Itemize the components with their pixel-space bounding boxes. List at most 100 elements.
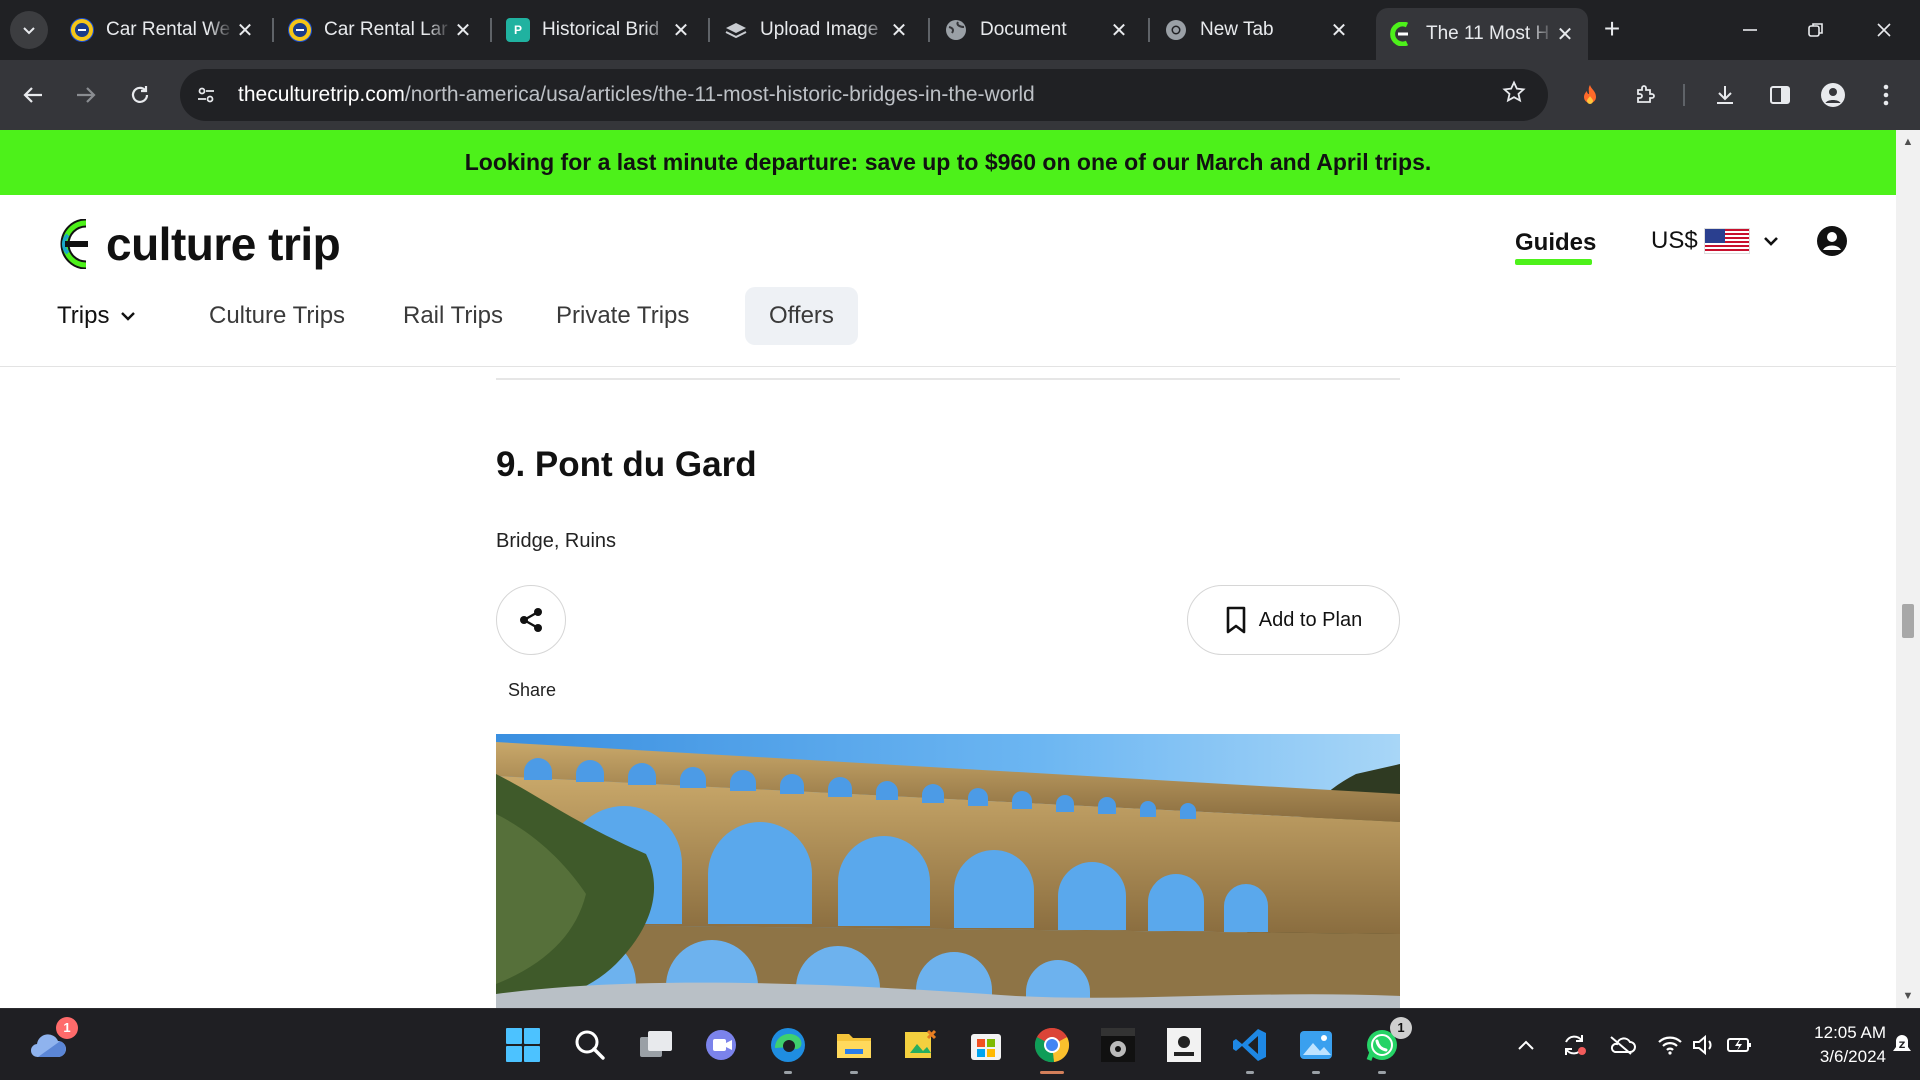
running-indicator bbox=[1312, 1071, 1320, 1074]
nav-offers[interactable]: Offers bbox=[745, 287, 858, 345]
promo-text: Looking for a last minute departure: sav… bbox=[464, 149, 1432, 175]
arrow-left-icon bbox=[23, 87, 42, 103]
sync-tray-button[interactable] bbox=[1560, 1031, 1588, 1059]
search-taskbar-button[interactable] bbox=[566, 1021, 614, 1069]
page-scrollbar[interactable]: ▲ ▼ bbox=[1896, 130, 1920, 1008]
restore-icon bbox=[1808, 23, 1823, 37]
new-tab-button[interactable]: + bbox=[1596, 14, 1628, 46]
promo-banner[interactable]: Looking for a last minute departure: sav… bbox=[0, 130, 1896, 195]
photo-editor-button[interactable] bbox=[896, 1021, 944, 1069]
share-label: Share bbox=[508, 680, 557, 700]
share-button[interactable] bbox=[496, 585, 566, 655]
tab-car-rental-website[interactable]: Car Rental We ✕ bbox=[56, 8, 268, 52]
scrollbar-thumb[interactable] bbox=[1902, 604, 1914, 638]
scroll-up-arrow-icon[interactable]: ▲ bbox=[1902, 136, 1914, 148]
close-icon[interactable]: ✕ bbox=[1328, 18, 1350, 43]
pes-game-button[interactable] bbox=[1094, 1021, 1142, 1069]
profile-button[interactable] bbox=[1815, 77, 1851, 113]
pes-game-icon bbox=[1101, 1028, 1135, 1062]
task-view-button[interactable] bbox=[632, 1021, 680, 1069]
nav-rail-trips[interactable]: Rail Trips bbox=[403, 287, 503, 345]
volume-tray-button[interactable] bbox=[1690, 1031, 1718, 1059]
add-to-plan-button[interactable]: Add to Plan bbox=[1187, 585, 1400, 655]
tune-icon bbox=[198, 87, 214, 103]
extension-flame-button[interactable] bbox=[1572, 77, 1608, 113]
menu-button[interactable] bbox=[1868, 77, 1904, 113]
place-tags: Bridge, Ruins bbox=[496, 530, 617, 552]
start-button[interactable] bbox=[499, 1021, 547, 1069]
account-icon bbox=[1817, 226, 1847, 256]
star-icon bbox=[1502, 80, 1526, 103]
whatsapp-button[interactable]: 1 bbox=[1358, 1017, 1412, 1074]
battery-tray-button[interactable] bbox=[1726, 1031, 1754, 1059]
doc-p-icon: P bbox=[506, 18, 530, 42]
tab-culture-trip-active[interactable]: The 11 Most H ✕ bbox=[1376, 8, 1588, 60]
reload-button[interactable] bbox=[122, 77, 158, 113]
nav-private-trips[interactable]: Private Trips bbox=[556, 287, 689, 345]
image-tools-icon bbox=[905, 1029, 937, 1058]
bookmark-star-button[interactable] bbox=[1498, 79, 1530, 111]
show-hidden-icons-button[interactable] bbox=[1512, 1031, 1540, 1059]
site-info-button[interactable] bbox=[188, 77, 224, 113]
weather-widget[interactable]: 1 bbox=[24, 1017, 78, 1069]
close-icon[interactable]: ✕ bbox=[670, 18, 692, 43]
vscode-button[interactable] bbox=[1226, 1021, 1274, 1074]
culture-trip-icon bbox=[1390, 22, 1414, 46]
currency-selector[interactable]: US$ bbox=[1651, 227, 1780, 255]
running-indicator bbox=[850, 1071, 858, 1074]
back-button[interactable] bbox=[15, 77, 51, 113]
fifa-game-button[interactable] bbox=[1160, 1021, 1208, 1069]
chevron-up-icon bbox=[1518, 1040, 1534, 1050]
store-icon bbox=[971, 1034, 1001, 1060]
wifi-tray-button[interactable] bbox=[1656, 1031, 1684, 1059]
flame-icon bbox=[1584, 85, 1596, 104]
weather-badge: 1 bbox=[56, 1017, 78, 1039]
culture-trip-logo-icon bbox=[60, 219, 88, 269]
tab-title: Document bbox=[980, 19, 1067, 40]
notifications-button[interactable]: Z bbox=[1890, 1031, 1914, 1059]
microsoft-store-button[interactable] bbox=[962, 1021, 1010, 1069]
layers-icon bbox=[724, 18, 748, 42]
edge-button[interactable] bbox=[764, 1021, 812, 1074]
tab-upload-image[interactable]: Upload Image ✕ bbox=[710, 8, 922, 52]
site-logo[interactable]: culture trip bbox=[50, 217, 341, 271]
tab-car-rental-landing[interactable]: Car Rental Lar ✕ bbox=[274, 8, 486, 52]
onedrive-tray-button[interactable] bbox=[1608, 1031, 1636, 1059]
tab-document[interactable]: Document ✕ bbox=[930, 8, 1142, 52]
tab-historical-bridges[interactable]: P Historical Brid ✕ bbox=[492, 8, 704, 52]
photos-button[interactable] bbox=[1292, 1021, 1340, 1074]
close-icon[interactable]: ✕ bbox=[888, 18, 910, 43]
bookmark-icon bbox=[1226, 606, 1246, 634]
forward-button[interactable] bbox=[68, 77, 104, 113]
chrome-taskbar-button[interactable] bbox=[1028, 1021, 1076, 1074]
system-clock[interactable]: 12:05 AM 3/6/2024 bbox=[1760, 1021, 1886, 1069]
close-icon[interactable]: ✕ bbox=[1108, 18, 1130, 43]
minimize-icon bbox=[1743, 29, 1757, 31]
close-icon[interactable]: ✕ bbox=[1554, 22, 1576, 47]
url-path: /north-america/usa/articles/the-11-most-… bbox=[404, 83, 1035, 106]
teams-chat-button[interactable] bbox=[698, 1021, 746, 1069]
close-window-button[interactable] bbox=[1854, 0, 1914, 60]
restore-button[interactable] bbox=[1786, 0, 1846, 60]
guides-link[interactable]: Guides bbox=[1515, 229, 1596, 257]
windows-logo-icon bbox=[506, 1028, 540, 1062]
side-panel-button[interactable] bbox=[1762, 77, 1798, 113]
running-indicator bbox=[1378, 1071, 1386, 1074]
close-icon bbox=[1877, 23, 1891, 37]
nav-culture-trips[interactable]: Culture Trips bbox=[209, 287, 345, 345]
downloads-button[interactable] bbox=[1707, 77, 1743, 113]
account-button[interactable] bbox=[1816, 225, 1848, 257]
tab-search-button[interactable] bbox=[10, 11, 48, 49]
tab-new-tab[interactable]: New Tab ✕ bbox=[1150, 8, 1362, 52]
url-text: theculturetrip.com/north-america/usa/art… bbox=[238, 83, 1035, 107]
minimize-button[interactable] bbox=[1720, 0, 1780, 60]
toolbar-divider bbox=[1683, 84, 1685, 106]
close-icon[interactable]: ✕ bbox=[234, 18, 256, 43]
puzzle-icon bbox=[1637, 85, 1655, 103]
extensions-button[interactable] bbox=[1627, 77, 1663, 113]
file-explorer-button[interactable] bbox=[830, 1021, 878, 1074]
nav-trips-dropdown[interactable]: Trips bbox=[57, 287, 137, 345]
scroll-down-arrow-icon[interactable]: ▼ bbox=[1902, 990, 1914, 1002]
close-icon[interactable]: ✕ bbox=[452, 18, 474, 43]
address-bar[interactable]: theculturetrip.com/north-america/usa/art… bbox=[180, 69, 1548, 121]
